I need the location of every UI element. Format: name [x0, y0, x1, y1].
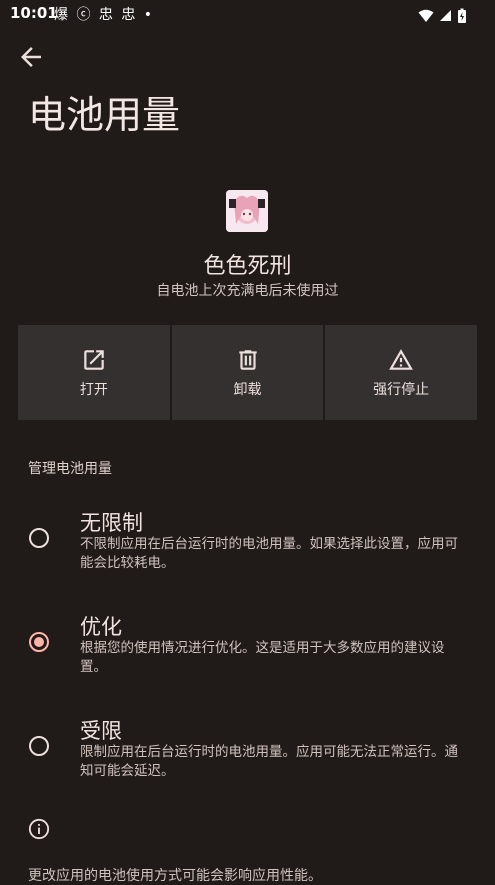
status-system-icons [418, 5, 467, 24]
battery-icon [458, 8, 466, 23]
page-title: 电池用量 [28, 93, 181, 137]
option-description: 限制应用在后台运行时的电池用量。应用可能无法正常运行。通知可能会延迟。 [80, 744, 458, 779]
option-title: 无限制 [80, 511, 143, 535]
option-title: 优化 [80, 615, 122, 639]
uninstall-button[interactable]: 卸载 [171, 325, 324, 420]
status-notification-icons: 爆 ⓒ 忠 忠 • [54, 7, 155, 23]
footer-note: 更改应用的电池使用方式可能会影响应用性能。 [28, 868, 322, 884]
status-time: 10:01 [10, 4, 58, 22]
uninstall-button-label: 卸载 [233, 381, 262, 398]
status-bar: 10:01 爆 ⓒ 忠 忠 • [0, 0, 495, 28]
radio-selected-icon[interactable] [29, 632, 49, 652]
radio-unselected-icon[interactable] [29, 528, 49, 548]
force-stop-button[interactable]: 强行停止 [325, 325, 478, 420]
radio-unselected-icon[interactable] [29, 736, 49, 756]
app-name: 色色死刑 [203, 254, 292, 279]
section-title-battery: 管理电池用量 [28, 461, 112, 477]
battery-option-restricted[interactable]: 受限 限制应用在后台运行时的电池用量。应用可能无法正常运行。通知可能会延迟。 [0, 708, 495, 788]
force-stop-button-label: 强行停止 [373, 381, 430, 398]
open-button[interactable]: 打开 [18, 325, 170, 420]
warning-icon [389, 348, 414, 370]
cell-signal-icon [439, 10, 451, 21]
info-icon [28, 818, 50, 840]
option-title: 受限 [80, 719, 122, 743]
trash-icon [238, 349, 257, 370]
open-button-label: 打开 [79, 381, 108, 398]
back-arrow-icon [21, 47, 41, 67]
back-button[interactable] [16, 42, 46, 72]
app-usage-summary: 自电池上次充满电后未使用过 [156, 283, 339, 299]
battery-option-optimized[interactable]: 优化 根据您的使用情况进行优化。这是适用于大多数应用的建议设置。 [0, 604, 495, 684]
option-description: 根据您的使用情况进行优化。这是适用于大多数应用的建议设置。 [80, 640, 445, 675]
open-external-icon [84, 349, 104, 370]
wifi-icon [418, 9, 434, 22]
app-icon [226, 190, 268, 232]
option-description: 不限制应用在后台运行时的电池用量。如果选择此设置，应用可能会比较耗电。 [80, 536, 458, 571]
action-bar: 打开 卸载 强行停止 [18, 325, 478, 420]
battery-option-unrestricted[interactable]: 无限制 不限制应用在后台运行时的电池用量。如果选择此设置，应用可能会比较耗电。 [0, 500, 495, 580]
